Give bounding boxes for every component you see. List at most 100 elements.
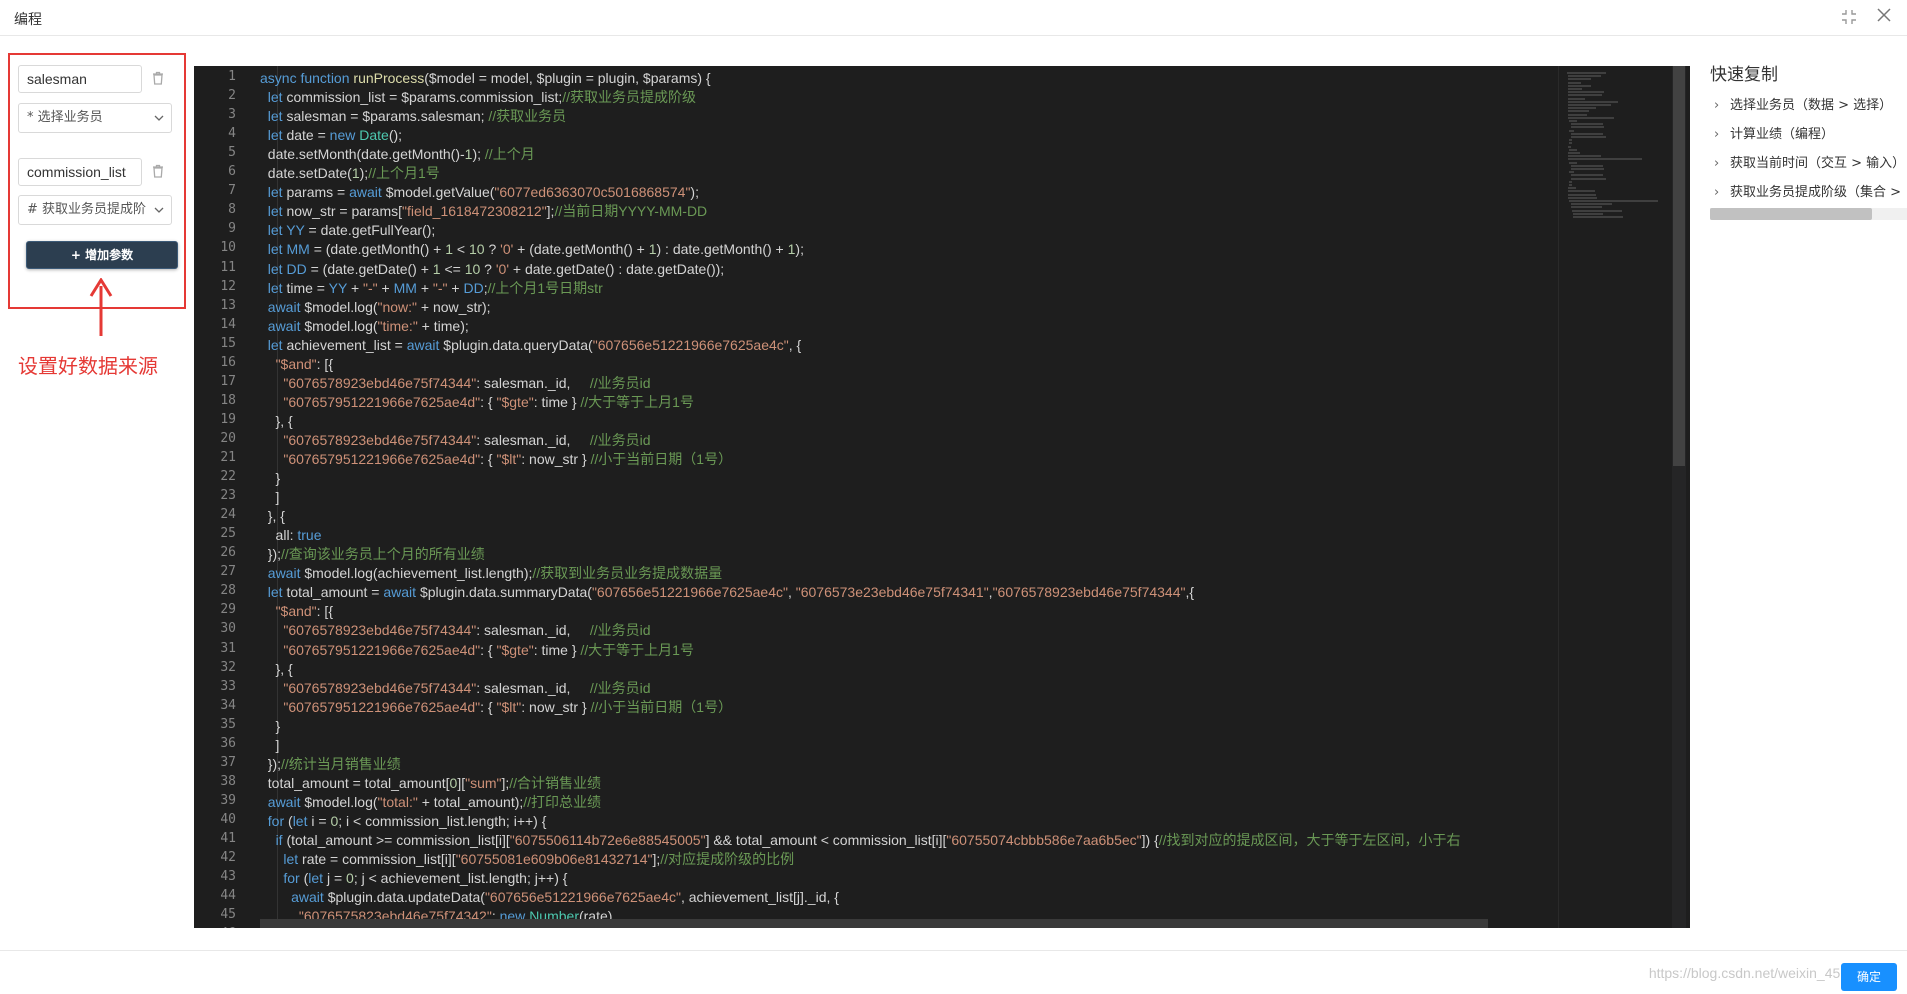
minimap-line	[1568, 113, 1588, 116]
code-token: await	[267, 317, 305, 334]
vertical-scrollbar[interactable]	[1672, 66, 1686, 928]
minimap-line	[1568, 88, 1582, 90]
line-number: 1	[228, 69, 236, 84]
line-number: 46	[194, 926, 236, 928]
code-token: ?	[480, 260, 496, 277]
code-line: ]	[260, 736, 280, 755]
code-line: "607657951221966e7625ae4d": { "$lt": now…	[260, 698, 732, 717]
code-token: "6076578923ebd46e75f74344"	[283, 431, 477, 448]
code-token: '0'	[500, 241, 514, 258]
line-number: 36	[220, 735, 236, 751]
minimap-line	[1568, 84, 1591, 87]
code-token: //对应提成阶级的比例	[660, 851, 795, 868]
line-number: 32	[220, 659, 236, 675]
minimap[interactable]	[1558, 66, 1670, 928]
param-name-input-commission-list[interactable]: commission_list	[18, 158, 142, 186]
code-token: let	[267, 260, 287, 277]
minimap-line	[1570, 177, 1607, 180]
trash-icon[interactable]	[151, 71, 167, 87]
minimap-line	[1573, 212, 1604, 215]
code-token: DD	[286, 260, 311, 277]
code-token: (total_amount >= commission_list[i][	[286, 832, 510, 848]
code-line: "$and": [{	[260, 355, 333, 374]
code-token: "607657951221966e7625ae4d"	[283, 393, 481, 410]
minimap-line	[1568, 155, 1601, 158]
minimap-line	[1570, 132, 1604, 135]
quick-copy-scrollbar-thumb[interactable]	[1710, 208, 1872, 220]
code-token: //合计销售业绩	[509, 774, 602, 791]
code-token: ]	[260, 736, 280, 753]
code-token: let	[267, 584, 287, 601]
code-token: "607657951221966e7625ae4d"	[283, 451, 481, 467]
param-panel: salesman * 选择业务员 commission_list # 获取业务员…	[8, 53, 186, 309]
code-line: let DD = (date.getDate() + 1 <= 10 ? '0'…	[260, 260, 724, 279]
line-number: 13	[220, 297, 236, 313]
minimap-line	[1568, 196, 1597, 199]
code-token: "-"	[432, 279, 448, 296]
code-token: "6076578923ebd46e75f74344"	[283, 622, 477, 639]
ok-button[interactable]: 确定	[1841, 963, 1897, 991]
minimap-line	[1568, 107, 1596, 110]
vertical-scrollbar-thumb[interactable]	[1673, 66, 1685, 466]
line-number: 43	[220, 869, 236, 885]
code-token: //获取业务员	[488, 108, 567, 125]
code-token: + total_amount);	[417, 793, 524, 810]
code-token: now_str = params[	[286, 203, 403, 220]
line-number: 38	[220, 773, 236, 789]
code-line: let salesman = $params.salesman; //获取业务员	[260, 107, 566, 126]
trash-icon[interactable]	[151, 164, 167, 180]
code-token: + (date.getMonth() +	[513, 241, 649, 258]
param-source-select-commission-list[interactable]: # 获取业务员提成阶	[18, 195, 172, 225]
code-token: //上个月1号	[368, 165, 440, 182]
code-token: MM	[393, 279, 417, 296]
chevron-down-icon	[154, 115, 164, 121]
code-token: "-"	[363, 279, 378, 296]
code-line: let rate = commission_list[i]["60755081e…	[260, 850, 794, 869]
code-line: "6076578923ebd46e75f74344": salesman._id…	[260, 679, 651, 698]
code-line: let MM = (date.getMonth() + 1 < 10 ? '0'…	[260, 240, 804, 259]
code-editor[interactable]: 1 2 3 4 5 6 7 8 9 10 11 12 13 14 15 16 17 18 19 20 21 22 23 24 2…	[194, 66, 1690, 928]
param-name-input-salesman[interactable]: salesman	[18, 65, 142, 93]
code-token: +	[347, 279, 364, 296]
quick-copy-horizontal-scrollbar[interactable]	[1710, 208, 1907, 220]
code-area[interactable]: async function runProcess($model = model…	[260, 66, 1558, 928]
minimap-line	[1568, 75, 1601, 78]
code-line: "6076578923ebd46e75f74344": salesman._id…	[260, 621, 650, 640]
code-token: ();	[388, 127, 403, 144]
line-number: 6	[228, 164, 236, 180]
code-token: "607656e51221966e7625ae4c"	[484, 889, 681, 906]
quick-copy-item[interactable]: › 获取业务员提成阶级（集合 >	[1710, 181, 1901, 200]
minimap-line	[1568, 187, 1577, 190]
add-param-button[interactable]: + 增加参数	[26, 241, 178, 269]
code-line: date.setMonth(date.getMonth()-1); //上个月	[260, 145, 535, 164]
minimap-line	[1571, 209, 1623, 212]
code-line: "607657951221966e7625ae4d": { "$lt": now…	[260, 450, 732, 469]
quick-copy-item[interactable]: › 选择业务员（数据 > 选择）	[1710, 94, 1892, 113]
code-token: : time }	[533, 393, 581, 410]
minimap-line	[1569, 171, 1574, 174]
code-token: "$and"	[275, 355, 317, 372]
close-icon[interactable]	[1875, 7, 1893, 25]
code-token: "time:"	[377, 317, 418, 334]
code-token: //业务员id	[589, 679, 651, 696]
code-token: commission_list = $params.commission_lis…	[286, 89, 563, 106]
code-token: ; i < commission_list.length; i++) {	[338, 812, 547, 829]
code-token: }	[260, 717, 281, 734]
minimap-line	[1569, 161, 1578, 164]
horizontal-scrollbar[interactable]	[260, 919, 1488, 928]
code-token: }	[260, 470, 281, 487]
quick-copy-item[interactable]: › 计算业绩（编程）	[1710, 123, 1834, 142]
collapse-icon[interactable]	[1841, 9, 1857, 25]
param-source-select-salesman[interactable]: * 选择业务员	[18, 103, 172, 133]
quick-copy-item[interactable]: › 获取当前时间（交互 > 输入）	[1710, 152, 1905, 171]
code-token: "607656e51221966e7625ae4c"	[592, 336, 789, 353]
minimap-line	[1570, 206, 1602, 209]
line-number: 30	[220, 621, 236, 637]
minimap-line	[1568, 145, 1572, 148]
minimap-line	[1570, 168, 1605, 170]
